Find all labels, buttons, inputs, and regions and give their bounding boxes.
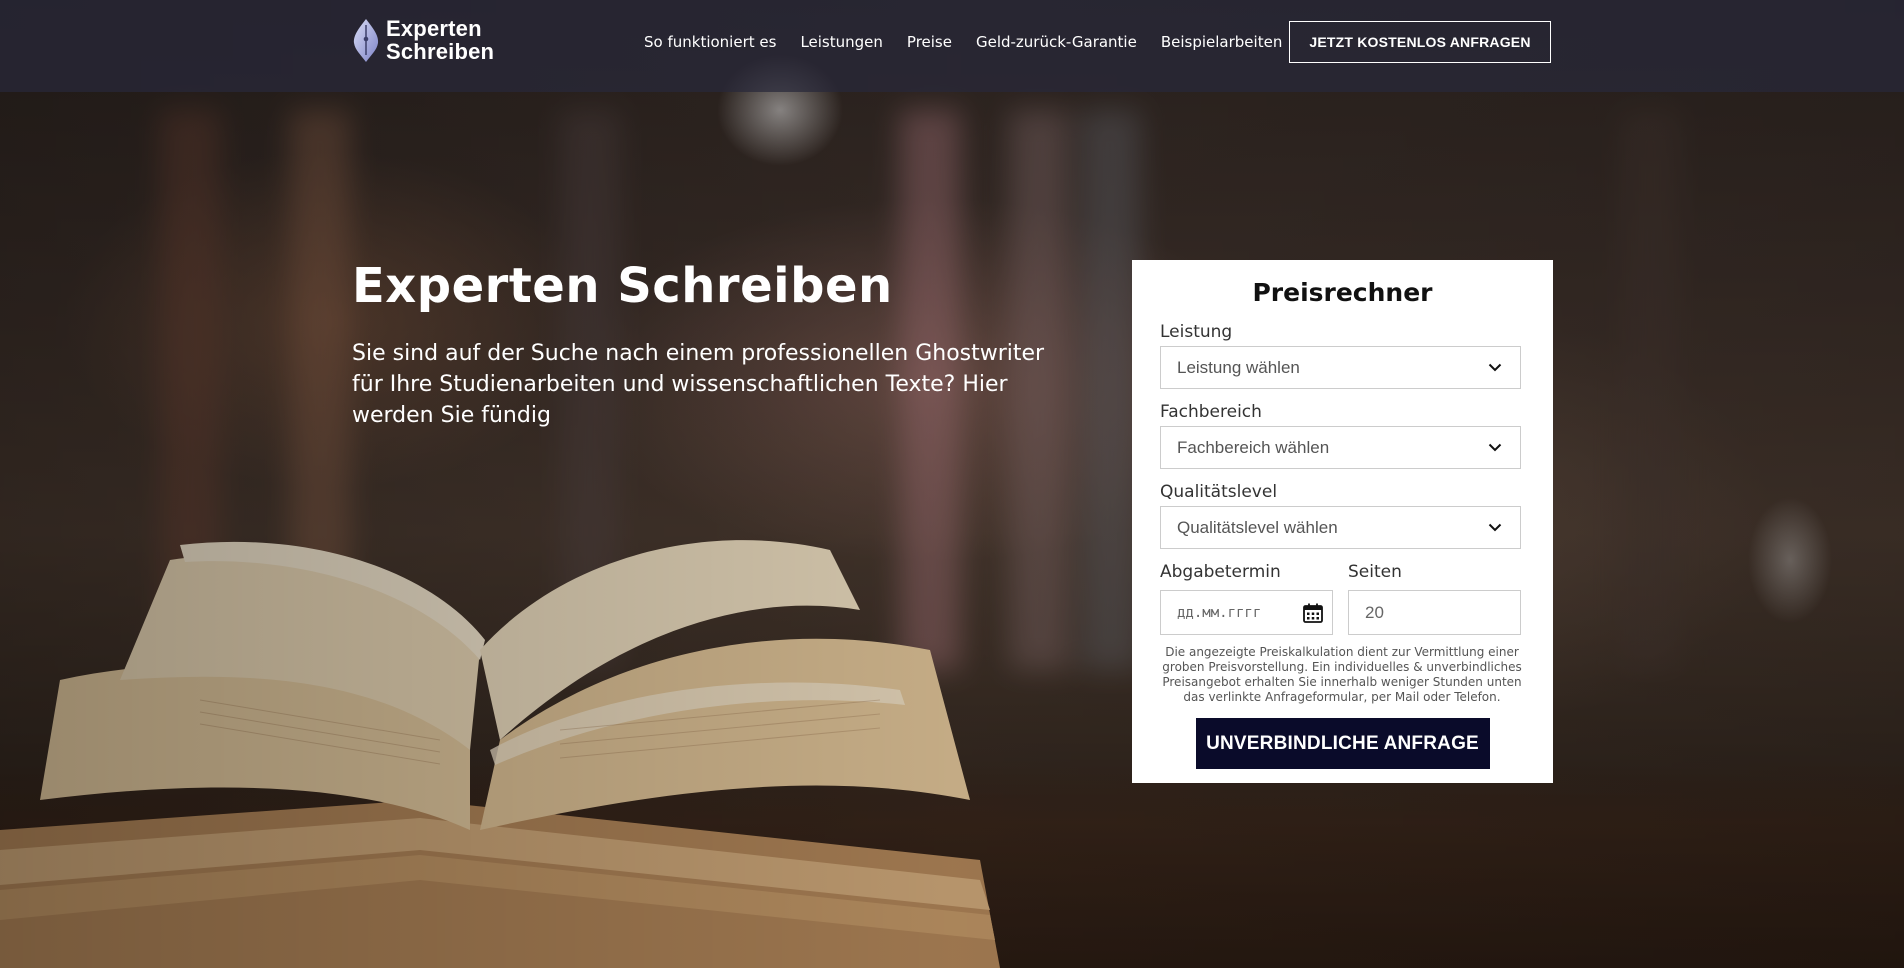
brand-name-line1: Experten [386, 16, 482, 41]
leistung-select-value: Leistung wählen [1177, 357, 1300, 377]
nav-preise[interactable]: Preise [907, 33, 952, 51]
seiten-number-input[interactable]: 20 [1348, 590, 1521, 635]
nav-so-funktioniert-es[interactable]: So funktioniert es [644, 33, 776, 51]
fachbereich-label: Fachbereich [1160, 402, 1262, 422]
seiten-label: Seiten [1348, 562, 1402, 582]
non-binding-request-button[interactable]: UNVERBINDLICHE ANFRAGE [1195, 718, 1490, 769]
fachbereich-select[interactable]: Fachbereich wählen [1160, 426, 1521, 469]
brand-name: Experten Schreiben [386, 17, 494, 63]
header-bar: Experten Schreiben So funktioniert es Le… [0, 0, 1904, 92]
deadline-column: Abgabetermin дд.мм.гггг [1160, 562, 1333, 635]
abgabetermin-date-input[interactable]: дд.мм.гггг [1160, 590, 1333, 635]
main-nav: So funktioniert es Leistungen Preise Gel… [644, 33, 1306, 51]
nav-beispielarbeiten[interactable]: Beispielarbeiten [1161, 33, 1282, 51]
chevron-down-icon [1488, 443, 1502, 452]
hero-title: Experten Schreiben [352, 258, 893, 314]
qualitaetslevel-label: Qualitätslevel [1160, 482, 1278, 502]
fachbereich-select-value: Fachbereich wählen [1177, 437, 1330, 457]
hero-overlay [0, 0, 1904, 968]
chevron-down-icon [1488, 363, 1502, 372]
qualitaetslevel-select-value: Qualitätslevel wählen [1177, 517, 1338, 537]
price-calculator-panel: Preisrechner Leistung Leistung wählen Fa… [1132, 260, 1553, 783]
brand-logo[interactable]: Experten Schreiben [352, 17, 494, 63]
price-disclaimer: Die angezeigte Preiskalkulation dient zu… [1162, 645, 1522, 704]
deadline-pages-row: Abgabetermin дд.мм.гггг Seiten 20 [1160, 562, 1523, 635]
chevron-down-icon [1488, 523, 1502, 532]
calculator-title: Preisrechner [1252, 278, 1433, 307]
nav-geld-zurueck-garantie[interactable]: Geld-zurück-Garantie [976, 33, 1137, 51]
brand-name-line2: Schreiben [386, 39, 495, 64]
leistung-select[interactable]: Leistung wählen [1160, 346, 1521, 389]
date-placeholder: дд.мм.гггг [1177, 604, 1262, 621]
calendar-icon[interactable] [1302, 602, 1324, 624]
nav-leistungen[interactable]: Leistungen [800, 33, 882, 51]
fountain-pen-nib-icon [353, 19, 379, 62]
hero-subtitle: Sie sind auf der Suche nach einem profes… [352, 341, 1045, 428]
free-request-button[interactable]: JETZT KOSTENLOS ANFRAGEN [1289, 21, 1551, 63]
leistung-label: Leistung [1160, 322, 1233, 342]
pages-column: Seiten 20 [1348, 562, 1521, 635]
qualitaetslevel-select[interactable]: Qualitätslevel wählen [1160, 506, 1521, 549]
abgabetermin-label: Abgabetermin [1160, 562, 1281, 582]
